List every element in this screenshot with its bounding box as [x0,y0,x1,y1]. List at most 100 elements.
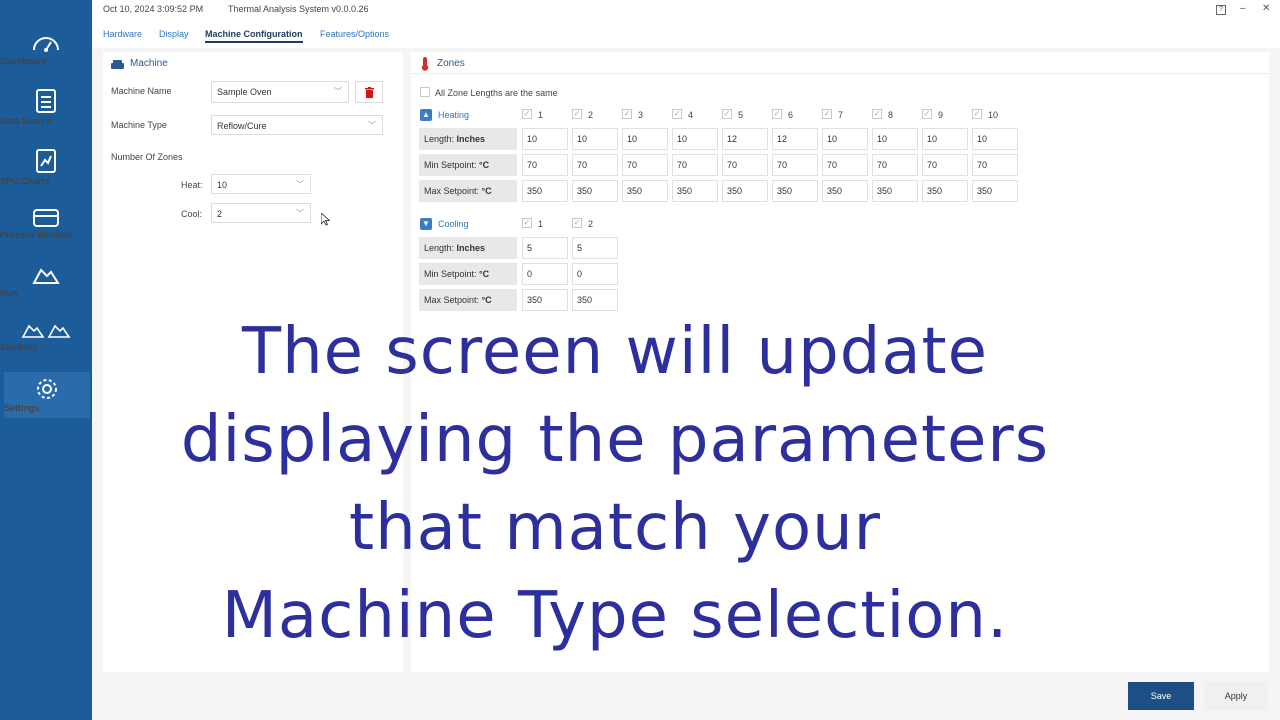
heating-min-cell[interactable]: 70 [622,154,668,176]
heating-max-cell[interactable]: 350 [772,180,818,202]
minimize-button[interactable]: – [1240,3,1246,14]
apply-button[interactable]: Apply [1204,682,1268,710]
machine-name-select[interactable]: Sample Oven ﹀ [211,81,349,103]
heating-zone-checkbox[interactable]: ✓ [822,109,832,119]
cooling-length-label: Length: Inches [419,237,517,259]
chevron-down-icon: ﹀ [296,180,304,189]
heating-max-cell[interactable]: 350 [522,180,568,202]
heating-zone-checkbox[interactable]: ✓ [922,109,932,119]
nav-data-search[interactable]: Data Search [0,88,92,126]
heating-length-cell[interactable]: 10 [822,128,868,150]
heating-length-cell[interactable]: 10 [922,128,968,150]
cooling-length-cell[interactable]: 5 [522,237,568,259]
cooling-min-cell[interactable]: 0 [522,263,568,285]
heating-length-cell[interactable]: 10 [522,128,568,150]
heating-length-cell[interactable]: 12 [722,128,768,150]
heating-max-cell[interactable]: 350 [922,180,968,202]
heating-zone-number: 8 [888,110,894,120]
heating-zone-number: 10 [988,110,999,120]
nav-run[interactable]: Run [0,266,92,298]
profile-icon [32,268,60,284]
heat-zones-label: Heat: [181,180,203,190]
save-button[interactable]: Save [1128,682,1194,710]
nav-data-search-label: Data Search [0,116,53,126]
cooling-zone-checkbox[interactable]: ✓ [572,218,582,228]
nav-process-window[interactable]: Process Window [0,208,92,240]
heating-zone-checkbox[interactable]: ✓ [522,109,532,119]
number-of-zones-label: Number Of Zones [111,152,183,162]
heating-min-cell[interactable]: 70 [772,154,818,176]
heating-length-cell[interactable]: 12 [772,128,818,150]
tab-features-options[interactable]: Features/Options [320,29,389,39]
machine-title: Machine [130,58,168,69]
trash-icon [365,87,374,98]
heating-min-cell[interactable]: 70 [572,154,618,176]
heating-zone-number: 3 [638,110,644,120]
caption-line-3: that match your [349,491,881,565]
heating-max-cell[interactable]: 350 [572,180,618,202]
heating-zone-checkbox[interactable]: ✓ [572,109,582,119]
heating-zone-checkbox[interactable]: ✓ [722,109,732,119]
nav-dashboard[interactable]: Dashboard [0,32,92,66]
heating-length-label: Length: Inches [419,128,517,150]
heating-zone-checkbox[interactable]: ✓ [622,109,632,119]
zones-title: Zones [437,58,465,69]
heating-length-cell[interactable]: 10 [672,128,718,150]
delete-machine-button[interactable] [355,81,383,103]
heating-zone-checkbox[interactable]: ✓ [872,109,882,119]
tab-display[interactable]: Display [159,29,189,39]
heating-max-cell[interactable]: 350 [672,180,718,202]
tab-machine-configuration[interactable]: Machine Configuration [205,29,303,43]
help-icon[interactable]: ? [1216,5,1226,15]
tab-hardware[interactable]: Hardware [103,29,142,39]
nav-spc-charts[interactable]: SPC Charts [0,148,92,186]
heating-max-cell[interactable]: 350 [972,180,1018,202]
heating-max-cell[interactable]: 350 [822,180,868,202]
heating-length-cell[interactable]: 10 [972,128,1018,150]
heating-min-cell[interactable]: 70 [822,154,868,176]
thermometer-icon [421,57,429,71]
heating-zone-checkbox[interactable]: ✓ [972,109,982,119]
nav-dashboard-label: Dashboard [0,56,48,66]
cooling-length-cell[interactable]: 5 [572,237,618,259]
chevron-down-icon: ﹀ [368,121,376,130]
title-bar: Oct 10, 2024 3:09:52 PM Thermal Analysis… [92,0,1280,18]
heating-zone-checkbox[interactable]: ✓ [772,109,782,119]
heating-min-cell[interactable]: 70 [972,154,1018,176]
cool-zones-select[interactable]: 2 ﹀ [211,203,311,223]
heating-toggle-icon[interactable]: ▲ [420,109,432,121]
heating-length-cell[interactable]: 10 [872,128,918,150]
heating-min-cell[interactable]: 70 [522,154,568,176]
close-button[interactable]: ✕ [1262,3,1270,14]
nav-spc-charts-label: SPC Charts [0,176,50,186]
nav-stacking[interactable]: Stacking [0,322,92,352]
tutorial-caption: The screen will update displaying the pa… [100,308,1130,660]
caption-line-2: displaying the parameters [180,403,1050,477]
heat-zones-select[interactable]: 10 ﹀ [211,174,311,194]
machine-icon [111,60,124,69]
cooling-min-cell[interactable]: 0 [572,263,618,285]
heating-length-cell[interactable]: 10 [622,128,668,150]
heating-min-cell[interactable]: 70 [872,154,918,176]
heating-length-cell[interactable]: 10 [572,128,618,150]
machine-type-select[interactable]: Reflow/Cure ﹀ [211,115,383,135]
heating-max-cell[interactable]: 350 [722,180,768,202]
heating-min-cell[interactable]: 70 [722,154,768,176]
spc-chart-icon [36,149,56,173]
heating-min-cell[interactable]: 70 [922,154,968,176]
heating-max-cell[interactable]: 350 [622,180,668,202]
length-label-text: Length: [424,134,455,144]
heating-max-setpoint-label: Max Setpoint: °C [419,180,517,202]
heating-zone-number: 5 [738,110,744,120]
heating-zone-number: 4 [688,110,694,120]
heating-max-cell[interactable]: 350 [872,180,918,202]
gauge-icon [33,37,59,52]
cooling-zone-checkbox[interactable]: ✓ [522,218,532,228]
cooling-toggle-icon[interactable]: ▼ [420,218,432,230]
heating-zone-checkbox[interactable]: ✓ [672,109,682,119]
all-zone-lengths-checkbox[interactable] [420,87,430,97]
caption-line-4: Machine Type selection. [221,579,1009,653]
nav-settings-label: Settings [4,403,40,413]
heating-min-cell[interactable]: 70 [672,154,718,176]
nav-settings[interactable]: Settings [4,372,90,418]
